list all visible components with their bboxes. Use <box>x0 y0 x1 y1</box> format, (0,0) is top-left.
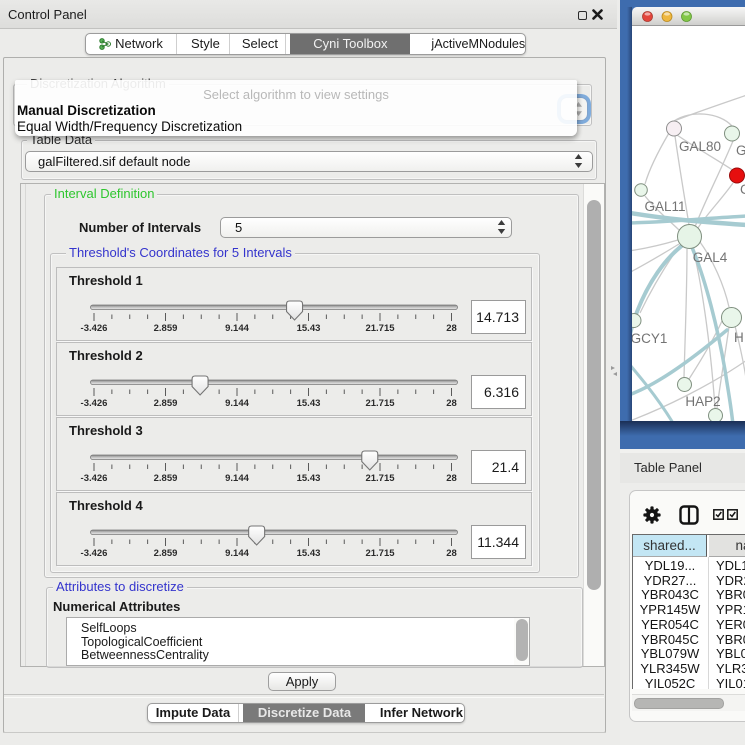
svg-text:9.144: 9.144 <box>225 323 249 334</box>
svg-text:2.859: 2.859 <box>154 473 178 484</box>
svg-text:9.144: 9.144 <box>225 398 249 409</box>
svg-text:GCY1: GCY1 <box>632 331 667 346</box>
svg-text:-3.426: -3.426 <box>81 398 108 409</box>
svg-text:15.43: 15.43 <box>297 548 321 559</box>
svg-text:GAL4: GAL4 <box>693 250 728 265</box>
svg-text:-3.426: -3.426 <box>81 473 108 484</box>
svg-text:9.144: 9.144 <box>225 473 249 484</box>
svg-text:-3.426: -3.426 <box>81 548 108 559</box>
svg-text:28: 28 <box>446 548 457 559</box>
svg-text:2.859: 2.859 <box>154 548 178 559</box>
svg-text:GA: GA <box>736 143 745 158</box>
svg-text:28: 28 <box>446 323 457 334</box>
svg-text:GAL80: GAL80 <box>679 139 721 154</box>
svg-text:H: H <box>734 330 744 345</box>
svg-text:9.144: 9.144 <box>225 548 249 559</box>
svg-text:15.43: 15.43 <box>297 323 321 334</box>
svg-text:21.715: 21.715 <box>365 548 395 559</box>
svg-text:GAL11: GAL11 <box>644 199 685 214</box>
svg-text:C: C <box>740 182 745 197</box>
svg-text:28: 28 <box>446 473 457 484</box>
svg-text:21.715: 21.715 <box>365 473 395 484</box>
svg-text:2.859: 2.859 <box>154 398 178 409</box>
svg-text:28: 28 <box>446 398 457 409</box>
svg-text:21.715: 21.715 <box>365 323 395 334</box>
svg-text:HAP2: HAP2 <box>685 394 720 409</box>
svg-text:-3.426: -3.426 <box>81 323 108 334</box>
svg-text:15.43: 15.43 <box>297 398 321 409</box>
svg-text:21.715: 21.715 <box>365 398 395 409</box>
svg-text:15.43: 15.43 <box>297 473 321 484</box>
svg-text:2.859: 2.859 <box>154 323 178 334</box>
